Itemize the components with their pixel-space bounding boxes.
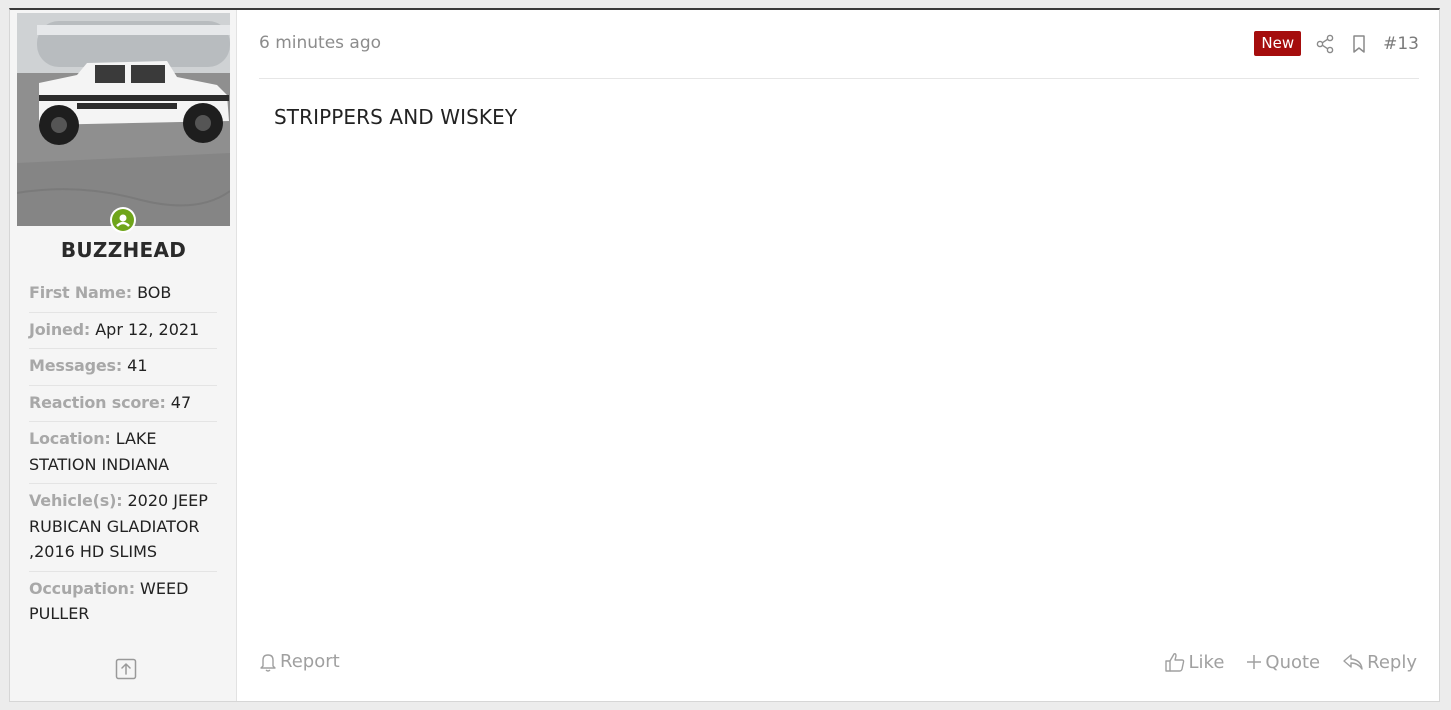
quote-label: Quote xyxy=(1265,651,1321,673)
reply-button[interactable]: Reply xyxy=(1342,652,1417,673)
info-value: BOB xyxy=(137,283,172,302)
info-occupation: Occupation: WEED PULLER xyxy=(29,574,217,633)
info-label: Occupation: xyxy=(29,578,135,598)
bell-icon xyxy=(259,652,277,672)
forum-post: BUZZHEAD First Name: BOB Joined: Apr 12,… xyxy=(9,8,1440,702)
info-value[interactable]: 41 xyxy=(127,356,147,375)
report-label: Report xyxy=(280,651,340,672)
info-vehicles: Vehicle(s): 2020 JEEP RUBICAN GLADIATOR … xyxy=(29,486,217,572)
reply-arrow-icon xyxy=(1342,652,1364,672)
info-reaction-score: Reaction score: 47 xyxy=(29,388,217,422)
plus-icon xyxy=(1246,654,1262,670)
info-location: Location: LAKE STATION INDIANA xyxy=(29,424,217,484)
info-first-name: First Name: BOB xyxy=(29,278,217,313)
post-number[interactable]: #13 xyxy=(1383,34,1419,54)
info-joined: Joined: Apr 12, 2021 xyxy=(29,315,217,349)
post-meta-actions: New #13 xyxy=(1254,31,1419,56)
post-timestamp[interactable]: 6 minutes ago xyxy=(259,33,381,53)
share-icon[interactable] xyxy=(1315,34,1335,54)
info-label: Reaction score: xyxy=(29,392,166,412)
info-label: Messages: xyxy=(29,356,123,375)
bookmark-icon[interactable] xyxy=(1349,34,1369,54)
user-extra-info: First Name: BOB Joined: Apr 12, 2021 Mes… xyxy=(29,278,217,635)
post-body: STRIPPERS AND WISKEY xyxy=(274,105,518,129)
info-label: First Name: xyxy=(29,283,132,302)
thumbs-up-icon xyxy=(1164,651,1186,673)
online-status-icon xyxy=(110,207,136,233)
username[interactable]: BUZZHEAD xyxy=(10,238,237,262)
header-divider xyxy=(259,78,1419,79)
post-main: 6 minutes ago New #13 STRIPPERS AND WISK… xyxy=(237,10,1439,701)
info-value: Apr 12, 2021 xyxy=(95,319,200,339)
info-label: Joined: xyxy=(29,319,91,339)
info-value: 47 xyxy=(170,392,192,412)
like-button[interactable]: Like xyxy=(1164,651,1225,673)
info-label: Vehicle(s): xyxy=(29,491,123,510)
info-label: Location: xyxy=(29,429,111,448)
quote-button[interactable]: Quote xyxy=(1246,652,1320,673)
post-actions: Like Quote Reply xyxy=(1164,651,1417,673)
info-messages: Messages: 41 xyxy=(29,351,217,386)
like-label: Like xyxy=(1188,651,1225,673)
expand-user-info-icon[interactable] xyxy=(115,658,137,680)
user-avatar[interactable] xyxy=(17,13,230,226)
user-info-column: BUZZHEAD First Name: BOB Joined: Apr 12,… xyxy=(10,10,237,701)
report-link[interactable]: Report xyxy=(259,651,340,672)
reply-label: Reply xyxy=(1367,651,1417,673)
new-badge: New xyxy=(1254,31,1302,56)
